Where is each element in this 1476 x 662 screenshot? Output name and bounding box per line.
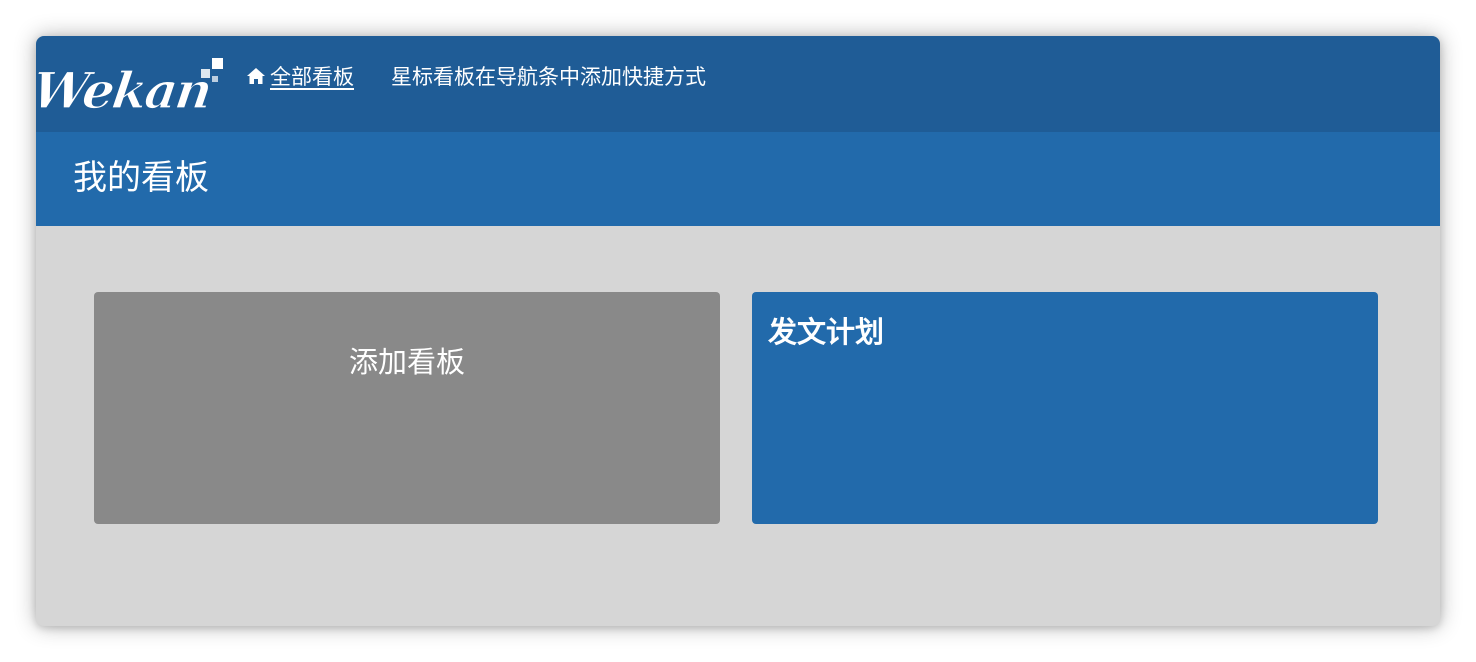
page-header: 我的看板 (36, 132, 1440, 226)
add-board-label[interactable]: 添加看板 (94, 342, 720, 382)
board-title[interactable]: 发文计划 (768, 312, 884, 352)
all-boards-link[interactable]: 全部看板 (246, 62, 354, 90)
starred-boards-tip: 星标看板在导航条中添加快捷方式 (391, 65, 706, 89)
board-tile[interactable]: 发文计划 (752, 292, 1378, 524)
wekan-logo[interactable]: Wekan (36, 54, 228, 116)
all-boards-label[interactable]: 全部看板 (270, 61, 354, 91)
svg-text:Wekan: Wekan (36, 61, 214, 116)
page-title: 我的看板 (73, 158, 209, 198)
home-icon (247, 68, 265, 84)
top-navbar: Wekan 全部看板 星标看板在导航条中添加快捷方式 (36, 36, 1440, 132)
add-board-tile[interactable]: 添加看板 (94, 292, 720, 524)
app-window: Wekan 全部看板 星标看板在导航条中添加快捷方式 我的看板 添加看板 发文计… (36, 36, 1440, 626)
